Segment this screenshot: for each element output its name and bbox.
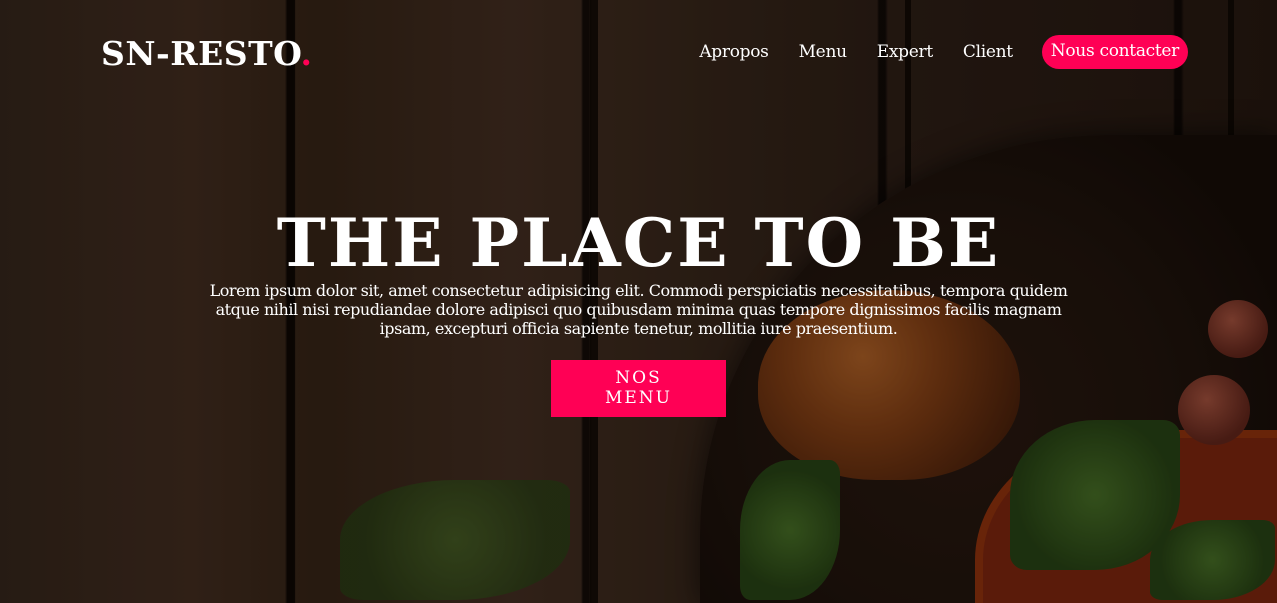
logo[interactable]: SN-RESTO.: [101, 34, 312, 73]
logo-dot: .: [300, 34, 313, 73]
nav-expert[interactable]: Expert: [877, 42, 933, 62]
logo-text: SN-RESTO: [101, 34, 301, 73]
main-nav: Apropos Menu Expert Client Nous contacte…: [669, 35, 1188, 69]
menu-button[interactable]: NOS MENU: [551, 360, 726, 417]
nav-apropos[interactable]: Apropos: [699, 42, 769, 62]
nav-client[interactable]: Client: [963, 42, 1013, 62]
nav-menu[interactable]: Menu: [799, 42, 847, 62]
hero-description: Lorem ipsum dolor sit, amet consectetur …: [209, 281, 1068, 338]
hero-section: THE PLACE TO BE Lorem ipsum dolor sit, a…: [0, 205, 1277, 417]
site-header: SN-RESTO. Apropos Menu Expert Client Nou…: [0, 0, 1277, 100]
contact-button[interactable]: Nous contacter: [1041, 35, 1188, 69]
hero-title: THE PLACE TO BE: [276, 204, 1001, 282]
